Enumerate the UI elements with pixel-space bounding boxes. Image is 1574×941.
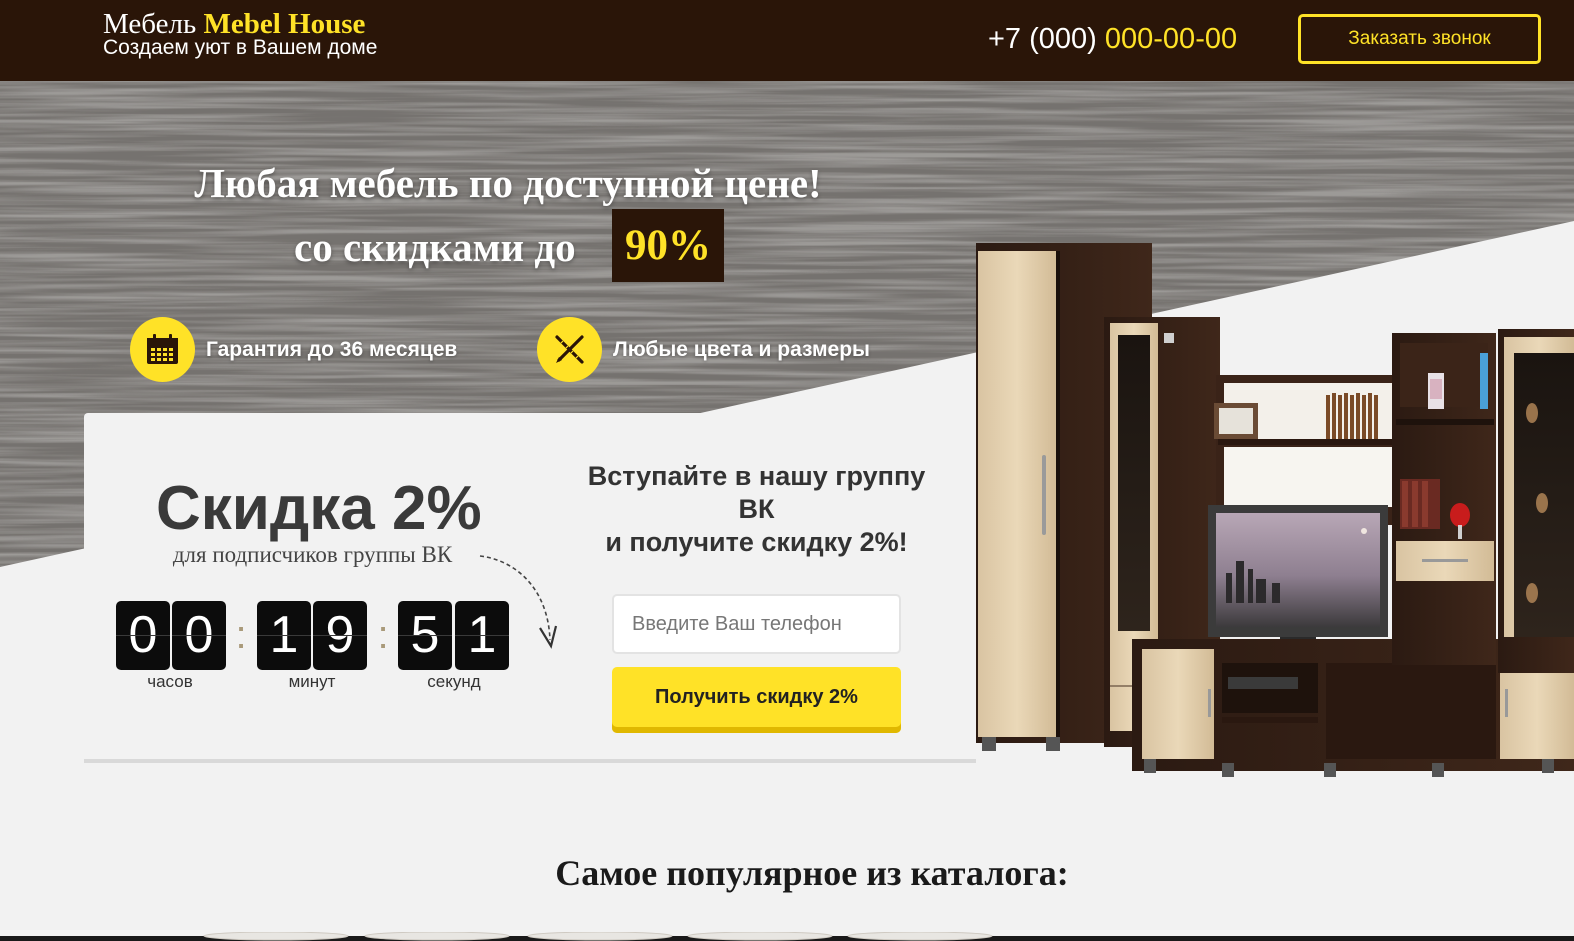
feature-guarantee-text: Гарантия до 36 месяцев: [206, 338, 458, 361]
timer-seconds-label: секунд: [427, 672, 481, 691]
vk-offer-line2: и получите скидку 2%!: [605, 527, 908, 557]
timer-minutes-digit-1: 1: [257, 601, 311, 670]
max-discount-badge: 90%: [612, 209, 724, 282]
header-phone[interactable]: +7 (000) 000-00-00: [988, 22, 1237, 56]
timer-seconds-digit-1: 5: [398, 601, 452, 670]
timer-minutes-digit-2: 9: [313, 601, 367, 670]
phone-prefix: +7 (000): [988, 23, 1097, 55]
phone-number: 000-00-00: [1104, 23, 1238, 55]
ruler-pencil-icon: [555, 335, 584, 364]
promo-subtitle: для подписчиков группы ВК: [172, 542, 453, 567]
timer-minutes-label: минут: [288, 672, 336, 691]
site-header: Мебель Mebel House Создаем уют в Вашем д…: [0, 0, 1574, 81]
promo-title: Скидка 2%: [156, 474, 482, 543]
timer-separator: :: [377, 613, 389, 657]
feature-guarantee-badge: [130, 317, 195, 382]
calendar-icon: [147, 334, 178, 364]
timer-hours-digit-1: 0: [116, 601, 170, 670]
vk-offer-heading: Вступайте в нашу группу ВК и получите ск…: [575, 460, 938, 559]
hero-title-line2: со скидками до: [294, 224, 576, 270]
get-discount-button[interactable]: Получить скидку 2%: [612, 667, 901, 733]
timer-hours-label: часов: [147, 672, 193, 691]
timer-seconds-digit-2: 1: [455, 601, 509, 670]
feature-custom-text: Любые цвета и размеры: [613, 338, 870, 361]
timer-separator: :: [235, 613, 247, 657]
catalog-heading: Самое популярное из каталога:: [555, 853, 1069, 893]
logo-tagline: Создаем уют в Вашем доме: [103, 36, 378, 59]
feature-custom-badge: [537, 317, 602, 382]
catalog-items-edge: [0, 932, 1574, 941]
furniture-wall-image: [976, 243, 1574, 777]
phone-input[interactable]: [612, 594, 901, 654]
vk-offer-line1: Вступайте в нашу группу ВК: [587, 461, 926, 524]
timer-hours-digit-2: 0: [172, 601, 226, 670]
hero-title-line1: Любая мебель по доступной цене!: [194, 160, 822, 206]
request-callback-button[interactable]: Заказать звонок: [1298, 14, 1541, 64]
